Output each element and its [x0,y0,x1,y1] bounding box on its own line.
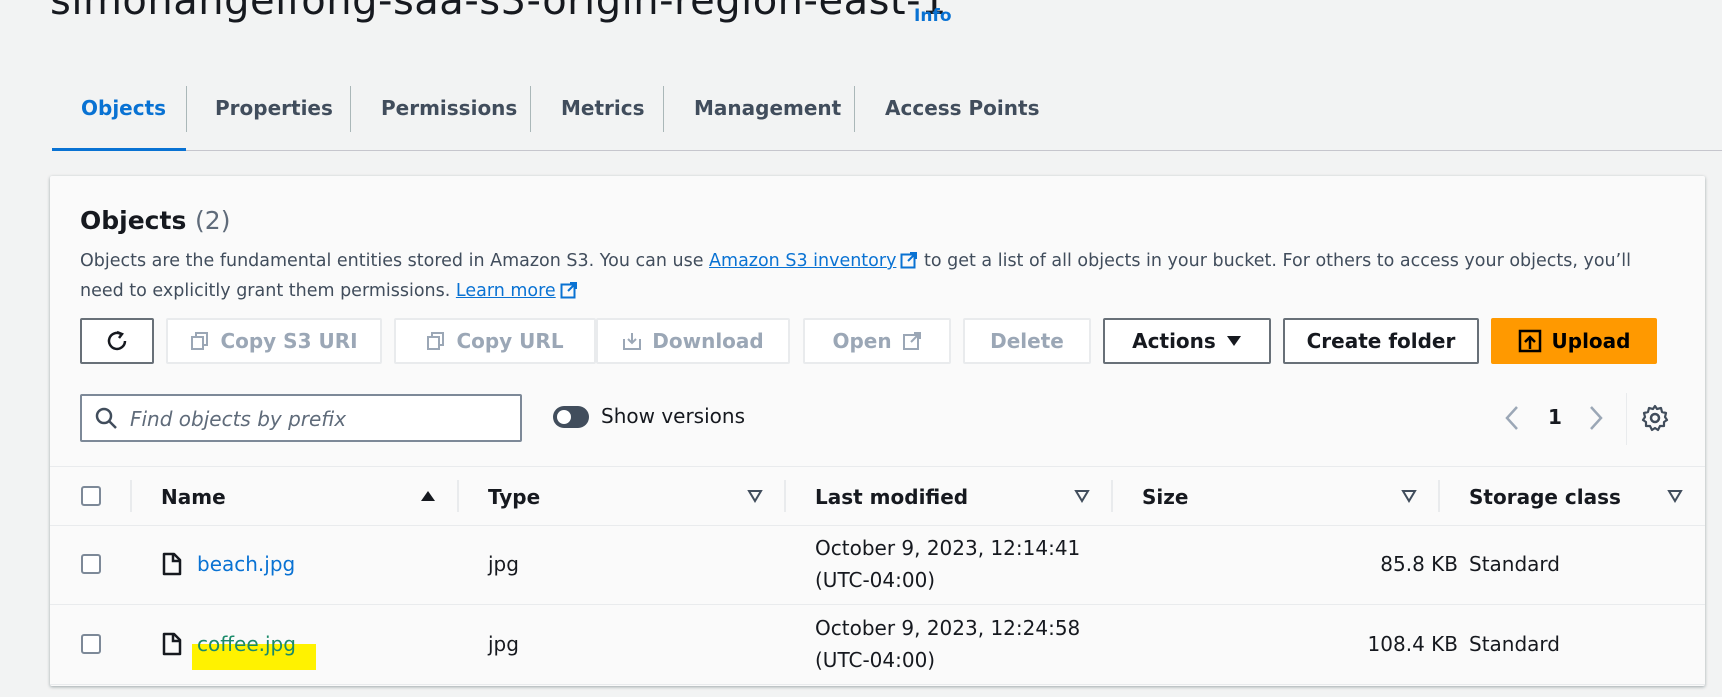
tab-divider [530,86,531,132]
tab-bar: Objects Properties Permissions Metrics M… [52,80,1722,151]
gear-icon[interactable] [1641,404,1669,432]
column-last-modified[interactable]: Last modified [815,485,968,509]
file-icon [162,552,182,576]
column-type[interactable]: Type [488,485,540,509]
delete-button[interactable]: Delete [963,318,1091,364]
pagination-divider [1626,393,1627,445]
row-checkbox[interactable] [81,634,101,654]
info-link[interactable]: Info [914,6,952,26]
search-input[interactable] [128,404,512,434]
sort-icon[interactable] [1074,489,1090,503]
column-name[interactable]: Name [161,485,226,509]
learn-more-link-label: Learn more [455,281,556,301]
sort-icon[interactable] [1401,489,1417,503]
external-link-icon [560,282,577,299]
tab-metrics[interactable]: Metrics [561,80,645,150]
modified-date: October 9, 2023, 12:24:58 [815,616,1081,640]
external-link-icon [900,252,918,269]
tab-permissions[interactable]: Permissions [381,80,517,150]
tab-divider [663,86,664,132]
tab-access-points[interactable]: Access Points [885,80,1039,150]
search-icon [95,407,117,429]
copy-s3-uri-button[interactable]: Copy S3 URI [166,318,382,364]
object-count: (2) [195,206,231,235]
refresh-icon [107,330,127,351]
open-label: Open [832,329,892,353]
select-all-checkbox[interactable] [81,486,101,506]
chevron-right-icon[interactable] [1586,404,1606,432]
tab-objects[interactable]: Objects [81,80,166,150]
actions-label: Actions [1132,329,1216,353]
copy-url-button[interactable]: Copy URL [394,318,596,364]
s3-inventory-link[interactable]: Amazon S3 inventory [709,251,918,271]
table-header: Name Type Last modified Size Storage cla… [50,466,1705,526]
modified-timezone: (UTC-04:00) [815,568,936,592]
column-divider [784,480,786,512]
sort-icon[interactable] [1667,489,1683,503]
bucket-title: simonangelfong-saa-s3-origin-region-east… [50,0,947,24]
open-button[interactable]: Open [803,318,951,364]
search-box [80,394,522,442]
object-last-modified: October 9, 2023, 12:14:41 (UTC-04:00) [815,532,1080,596]
chevron-left-icon[interactable] [1502,404,1522,432]
object-type: jpg [488,552,519,576]
active-tab-indicator [52,148,186,151]
column-divider [457,480,459,512]
copy-icon [427,332,445,350]
delete-label: Delete [990,329,1064,353]
actions-dropdown[interactable]: Actions [1103,318,1271,364]
object-last-modified: October 9, 2023, 12:24:58 (UTC-04:00) [815,612,1080,676]
copy-url-label: Copy URL [456,329,564,353]
tab-divider [186,86,187,132]
modified-date: October 9, 2023, 12:14:41 [815,536,1081,560]
download-icon [623,333,642,350]
file-icon [162,632,182,656]
external-link-icon [902,332,921,350]
tab-management[interactable]: Management [694,80,841,150]
object-size: 85.8 KB [1380,552,1458,576]
copy-icon [191,332,209,350]
tab-divider [854,86,855,132]
copy-s3-uri-label: Copy S3 URI [220,329,358,353]
show-versions-label: Show versions [601,404,745,428]
column-divider [1111,480,1113,512]
sort-ascending-icon[interactable] [420,489,436,503]
caret-down-icon [1226,336,1241,346]
tab-properties[interactable]: Properties [215,80,333,150]
upload-label: Upload [1551,329,1631,353]
show-versions-toggle[interactable] [553,406,589,428]
learn-more-link[interactable]: Learn more [456,281,578,301]
modified-timezone: (UTC-04:00) [815,648,936,672]
object-storage-class: Standard [1469,632,1560,656]
object-type: jpg [488,632,519,656]
row-checkbox[interactable] [81,554,101,574]
object-size: 108.4 KB [1367,632,1458,656]
panel-title: Objects (2) [80,206,230,235]
panel-description: Objects are the fundamental entities sto… [80,246,1680,306]
panel-title-text: Objects [80,206,187,235]
toggle-knob [557,410,571,424]
table-row[interactable]: beach.jpg jpg October 9, 2023, 12:14:41 … [50,524,1705,605]
column-divider [1438,480,1440,512]
download-label: Download [652,329,764,353]
current-page[interactable]: 1 [1548,405,1562,429]
object-name-link[interactable]: coffee.jpg [197,632,296,656]
description-text: Objects are the fundamental entities sto… [80,251,710,271]
sort-icon[interactable] [747,489,763,503]
upload-button[interactable]: Upload [1491,318,1657,364]
refresh-button[interactable] [80,318,154,364]
upload-icon [1518,329,1541,353]
create-folder-button[interactable]: Create folder [1283,318,1479,364]
column-storage-class[interactable]: Storage class [1469,485,1621,509]
download-button[interactable]: Download [596,318,790,364]
table-row[interactable]: coffee.jpg jpg October 9, 2023, 12:24:58… [50,604,1705,685]
object-name-link[interactable]: beach.jpg [197,552,295,576]
create-folder-label: Create folder [1306,329,1456,353]
column-size[interactable]: Size [1142,485,1188,509]
column-divider [130,480,132,512]
tab-divider [350,86,351,132]
object-storage-class: Standard [1469,552,1560,576]
s3-inventory-link-label: Amazon S3 inventory [709,251,897,271]
